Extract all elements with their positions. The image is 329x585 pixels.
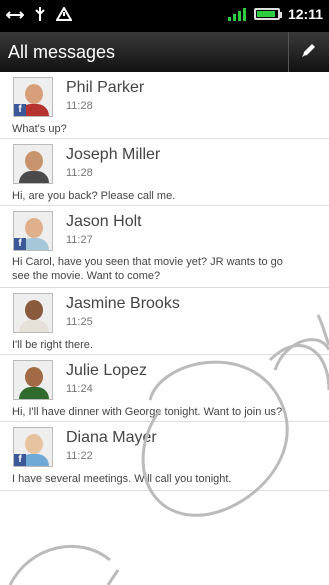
avatar: f xyxy=(13,211,53,251)
message-time: 11:24 xyxy=(66,383,93,395)
status-left-icons xyxy=(5,6,73,27)
facebook-icon: f xyxy=(14,104,26,116)
avatar xyxy=(13,144,53,184)
compose-button[interactable] xyxy=(288,32,329,72)
contact-name: Phil Parker xyxy=(66,79,145,96)
debug-icon xyxy=(34,6,46,27)
battery-icon xyxy=(253,8,282,20)
avatar: f xyxy=(13,77,53,117)
message-time: 11:22 xyxy=(66,450,93,462)
message-preview: I'll be right there. xyxy=(12,339,93,351)
message-time: 11:25 xyxy=(66,316,93,328)
app-bar: All messages xyxy=(0,32,329,72)
status-bar: 12:11 xyxy=(0,0,329,32)
message-list: f Phil Parker 11:28 What's up? Joseph Mi… xyxy=(0,72,329,491)
message-item-jasmine-brooks[interactable]: Jasmine Brooks 11:25 I'll be right there… xyxy=(0,288,329,355)
message-time: 11:27 xyxy=(66,234,93,246)
avatar: f xyxy=(13,427,53,467)
status-time: 12:11 xyxy=(287,6,323,22)
contact-name: Jasmine Brooks xyxy=(66,295,180,312)
message-item-phil-parker[interactable]: f Phil Parker 11:28 What's up? xyxy=(0,72,329,139)
message-item-julie-lopez[interactable]: Julie Lopez 11:24 Hi, I'll have dinner w… xyxy=(0,355,329,422)
facebook-icon: f xyxy=(14,454,26,466)
message-item-joseph-miller[interactable]: Joseph Miller 11:28 Hi, are you back? Pl… xyxy=(0,139,329,206)
avatar xyxy=(13,293,53,333)
status-right-icons: 12:11 xyxy=(227,6,323,22)
contact-name: Diana Mayer xyxy=(66,429,157,446)
contact-name: Jason Holt xyxy=(66,213,142,230)
pencil-icon xyxy=(300,41,318,64)
usb-icon xyxy=(5,8,25,26)
message-item-jason-holt[interactable]: f Jason Holt 11:27 Hi Carol, have you se… xyxy=(0,206,329,288)
message-preview: Hi, I'll have dinner with George tonight… xyxy=(12,406,283,418)
message-time: 11:28 xyxy=(66,167,93,179)
message-time: 11:28 xyxy=(66,100,93,112)
page-title: All messages xyxy=(8,42,116,62)
warning-icon xyxy=(55,6,73,26)
message-preview: I have several meetings. Will call you t… xyxy=(12,473,232,485)
avatar xyxy=(13,360,53,400)
message-preview: Hi, are you back? Please call me. xyxy=(12,190,176,202)
contact-name: Joseph Miller xyxy=(66,146,161,163)
facebook-icon: f xyxy=(14,238,26,250)
contact-name: Julie Lopez xyxy=(66,362,147,379)
signal-icon xyxy=(227,7,246,21)
message-preview: Hi Carol, have you seen that movie yet? … xyxy=(12,256,283,282)
message-preview: What's up? xyxy=(12,123,67,135)
message-item-diana-mayer[interactable]: f Diana Mayer 11:22 I have several meeti… xyxy=(0,422,329,491)
